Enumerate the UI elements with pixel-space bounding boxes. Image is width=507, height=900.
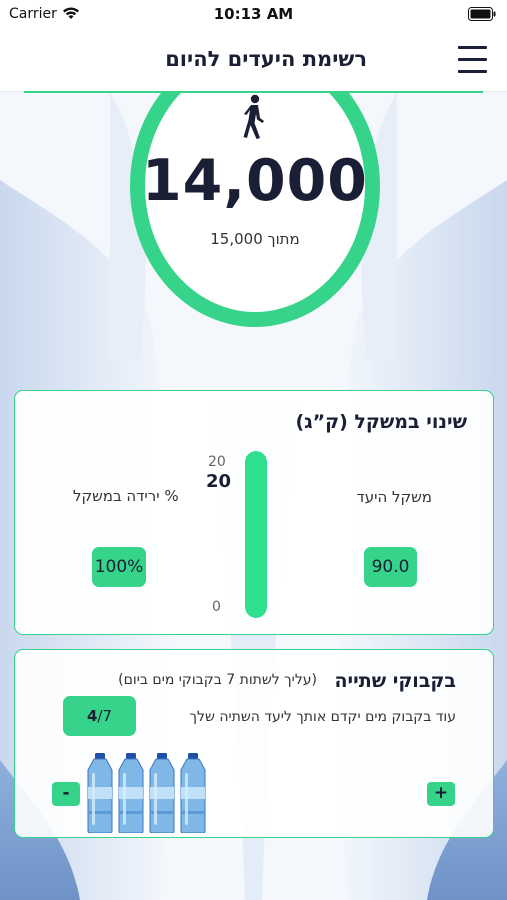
- water-daily-hint: (עליך לשתות 7 בקבוקי מים ביום): [118, 672, 317, 688]
- steps-count: 14,000: [142, 148, 368, 214]
- steps-goal: מתוך 15,000: [210, 230, 300, 248]
- water-bottle-icon: [87, 753, 113, 833]
- status-bar: Carrier 10:13 AM: [0, 0, 507, 30]
- status-time: 10:13 AM: [213, 5, 294, 23]
- weight-card-title: שינוי במשקל (ק”ג): [295, 411, 467, 433]
- water-counter-current: 4: [86, 707, 98, 725]
- scale-max-label: 20: [208, 454, 226, 470]
- water-bottles-card: בקבוקי שתייה (עליך לשתות 7 בקבוקי מים בי…: [14, 649, 494, 838]
- add-bottle-button[interactable]: +: [427, 782, 455, 806]
- walking-person-icon: [243, 94, 264, 139]
- water-bottle-icon: [118, 753, 144, 833]
- scale-min-label: 0: [212, 599, 221, 615]
- weight-change-card: שינוי במשקל (ק”ג) % ירידה במשקל משקל היע…: [14, 390, 494, 635]
- goal-weight-label: משקל היעד: [356, 488, 432, 506]
- header-divider: [24, 91, 483, 93]
- goal-weight-value[interactable]: 90.0: [364, 547, 417, 587]
- water-bottle-icon: [180, 753, 206, 833]
- weight-lost-label: % ירידה במשקל: [73, 487, 179, 505]
- weight-progress-bar: [245, 451, 267, 618]
- water-card-title: בקבוקי שתייה: [334, 670, 456, 692]
- weight-lost-value[interactable]: 100%: [92, 547, 146, 587]
- page-title: רשימת היעדים להיום: [165, 47, 367, 71]
- app-header: רשימת היעדים להיום: [0, 30, 507, 92]
- battery-icon: [468, 7, 496, 21]
- water-subtitle: עוד בקבוק מים יקדם אותך ליעד השתיה שלך: [189, 709, 457, 725]
- water-counter: 4/7: [63, 696, 136, 736]
- remove-bottle-button[interactable]: -: [52, 782, 80, 806]
- water-bottle-icon: [149, 753, 175, 833]
- scale-current-value: 20: [206, 471, 232, 492]
- water-counter-total: /7: [97, 707, 113, 725]
- water-bottles-row: [87, 753, 206, 833]
- hamburger-menu-icon[interactable]: [457, 44, 489, 76]
- weight-progress-fill: [245, 451, 267, 618]
